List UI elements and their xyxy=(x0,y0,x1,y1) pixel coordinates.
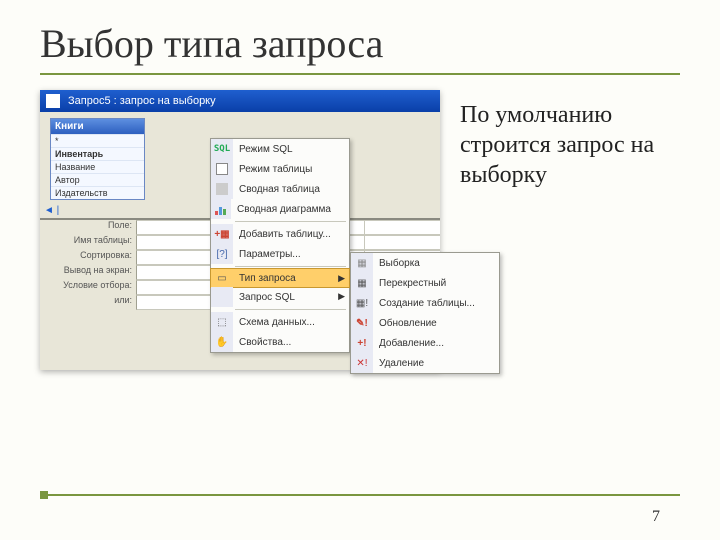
grid-cell[interactable] xyxy=(136,220,212,235)
submenu-item-append[interactable]: +!Добавление... xyxy=(351,333,499,353)
menu-item-datasheet[interactable]: Режим таблицы xyxy=(211,159,349,179)
context-menu: SQLРежим SQL Режим таблицы Сводная табли… xyxy=(210,138,350,353)
submenu-item-delete[interactable]: ✕!Удаление xyxy=(351,353,499,373)
menu-item-pivotchart[interactable]: Сводная диаграмма xyxy=(211,199,349,219)
field-item[interactable]: Издательств xyxy=(51,186,144,199)
menu-separator xyxy=(235,309,346,310)
field-star[interactable]: * xyxy=(51,134,144,147)
sqlquery-icon xyxy=(211,287,233,307)
gridlabel-field: Поле: xyxy=(40,220,136,235)
grid-cell[interactable] xyxy=(136,235,212,250)
menu-item-addtable[interactable]: +▦Добавить таблицу... xyxy=(211,224,349,244)
field-item[interactable]: Название xyxy=(51,160,144,173)
chart-icon xyxy=(211,199,231,219)
slide-body: По умолчанию строится запрос на выборку xyxy=(460,100,690,190)
append-icon: +! xyxy=(351,333,373,353)
table-name: Книги xyxy=(51,119,144,134)
gridlabel-sort: Сортировка: xyxy=(40,250,136,265)
delete-icon: ✕! xyxy=(351,353,373,373)
menu-separator xyxy=(235,221,346,222)
grid-cell[interactable] xyxy=(136,280,212,295)
window-titlebar: Запрос5 : запрос на выборку xyxy=(40,90,440,112)
relationships-icon: ⬚ xyxy=(211,312,233,332)
parameters-icon: [?] xyxy=(211,244,233,264)
pivottable-icon xyxy=(211,179,233,199)
querytype-icon: ▭ xyxy=(211,268,233,288)
table-fieldlist[interactable]: Книги * Инвентарь Название Автор Издател… xyxy=(50,118,145,200)
properties-icon: ✋ xyxy=(211,332,233,352)
submenu-item-update[interactable]: ✎!Обновление xyxy=(351,313,499,333)
slide-title: Выбор типа запроса xyxy=(40,20,680,75)
menu-item-querytype[interactable]: ▭Тип запроса▶ xyxy=(210,268,350,288)
menu-separator xyxy=(235,266,346,267)
menu-item-relationships[interactable]: ⬚Схема данных... xyxy=(211,312,349,332)
grid-cell[interactable] xyxy=(364,235,440,250)
menu-item-properties[interactable]: ✋Свойства... xyxy=(211,332,349,352)
crosstab-icon: ▦ xyxy=(351,273,373,293)
footer-bullet-icon xyxy=(40,491,48,499)
menu-item-parameters[interactable]: [?]Параметры... xyxy=(211,244,349,264)
page-number: 7 xyxy=(652,508,660,526)
field-item[interactable]: Автор xyxy=(51,173,144,186)
menu-item-sqlview[interactable]: SQLРежим SQL xyxy=(211,139,349,159)
record-nav[interactable]: ◄ | xyxy=(44,205,59,216)
access-window: Запрос5 : запрос на выборку Книги * Инве… xyxy=(40,90,440,370)
window-title: Запрос5 : запрос на выборку xyxy=(68,95,216,107)
gridlabel-show: Вывод на экран: xyxy=(40,265,136,280)
submenu-item-crosstab[interactable]: ▦Перекрестный xyxy=(351,273,499,293)
field-item[interactable]: Инвентарь xyxy=(51,147,144,160)
grid-cell[interactable] xyxy=(364,220,440,235)
select-query-icon: ▦ xyxy=(351,253,373,273)
submenu-arrow-icon: ▶ xyxy=(338,273,345,284)
gridlabel-criteria: Условие отбора: xyxy=(40,280,136,295)
grid-cell[interactable] xyxy=(136,250,212,265)
datasheet-icon xyxy=(211,159,233,179)
maketable-icon: ▦! xyxy=(351,293,373,313)
submenu-arrow-icon: ▶ xyxy=(338,291,345,302)
footer-rule xyxy=(40,494,680,496)
addtable-icon: +▦ xyxy=(211,224,233,244)
app-icon xyxy=(46,94,60,108)
menu-item-sqlquery[interactable]: Запрос SQL▶ xyxy=(211,287,349,307)
update-icon: ✎! xyxy=(351,313,373,333)
querytype-submenu: ▦Выборка ▦Перекрестный ▦!Создание таблиц… xyxy=(350,252,500,374)
submenu-item-select[interactable]: ▦Выборка xyxy=(351,253,499,273)
gridlabel-table: Имя таблицы: xyxy=(40,235,136,250)
menu-item-pivottable[interactable]: Сводная таблица xyxy=(211,179,349,199)
sql-icon: SQL xyxy=(211,139,233,159)
gridlabel-or: или: xyxy=(40,295,136,310)
submenu-item-maketable[interactable]: ▦!Создание таблицы... xyxy=(351,293,499,313)
grid-cell[interactable] xyxy=(136,295,212,310)
grid-cell[interactable] xyxy=(136,265,212,280)
